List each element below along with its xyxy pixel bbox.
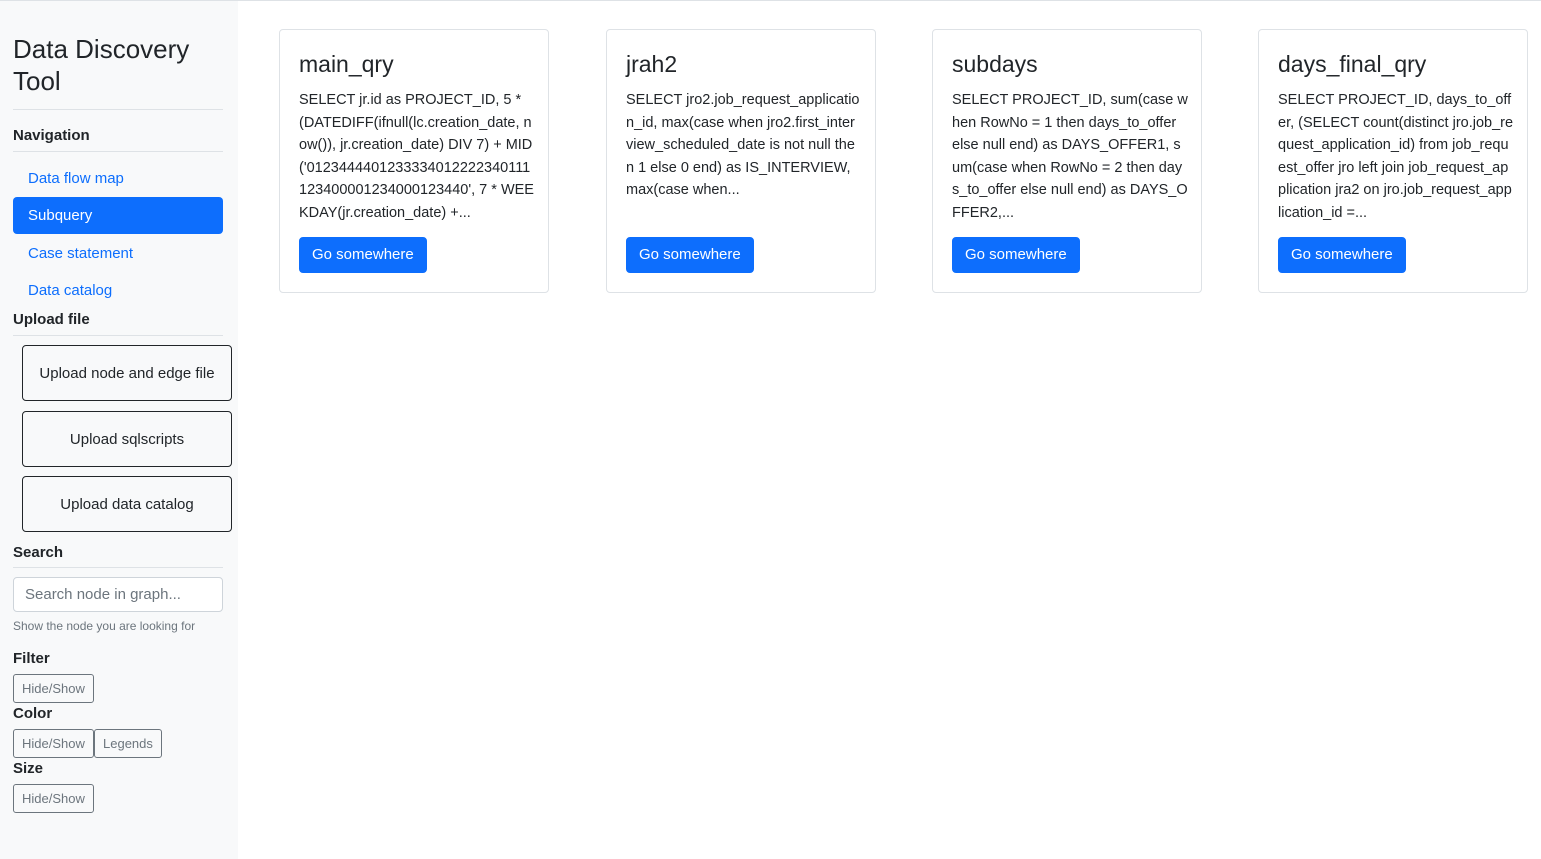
navigation-heading: Navigation (13, 127, 90, 144)
nav-data-flow-map[interactable]: Data flow map (13, 160, 223, 197)
divider (13, 109, 223, 110)
card-sql-text: SELECT jr.id as PROJECT_ID, 5 * (DATEDIF… (299, 92, 534, 221)
upload-data-catalog-button[interactable]: Upload data catalog (22, 476, 232, 532)
filter-toggle-button[interactable]: Hide/Show (13, 674, 94, 703)
divider (13, 335, 223, 336)
nav-subquery[interactable]: Subquery (13, 197, 223, 234)
size-heading: Size (13, 760, 44, 777)
go-somewhere-button[interactable]: Go somewhere (626, 237, 754, 273)
upload-heading: Upload file (13, 311, 90, 328)
upload-node-edge-button[interactable]: Upload node and edge file (22, 345, 232, 401)
divider (13, 151, 223, 152)
nav-data-catalog[interactable]: Data catalog (13, 272, 223, 309)
app-title: Data Discovery Tool (13, 34, 190, 96)
card-title: jrah2 (626, 51, 678, 77)
sidebar: Data Discovery Tool Navigation Data flow… (0, 1, 238, 859)
search-heading: Search (13, 544, 64, 561)
filter-heading: Filter (13, 650, 50, 667)
query-card-jrah2: jrah2 SELECT jro2.job_request_applicatio… (606, 29, 876, 293)
go-somewhere-button[interactable]: Go somewhere (299, 237, 427, 273)
query-card-subdays: subdays SELECT PROJECT_ID, sum(case when… (932, 29, 1202, 293)
size-toggle-button[interactable]: Hide/Show (13, 784, 94, 813)
card-title: main_qry (299, 51, 394, 77)
color-heading: Color (13, 705, 53, 722)
go-somewhere-button[interactable]: Go somewhere (952, 237, 1080, 273)
card-title: subdays (952, 51, 1038, 77)
go-somewhere-button[interactable]: Go somewhere (1278, 237, 1406, 273)
search-help-text: Show the node you are looking for (13, 619, 196, 633)
query-card-main-qry: main_qry SELECT jr.id as PROJECT_ID, 5 *… (279, 29, 549, 293)
nav-case-statement[interactable]: Case statement (13, 235, 223, 272)
card-sql-text: SELECT PROJECT_ID, sum(case when RowNo =… (952, 92, 1188, 221)
card-title: days_final_qry (1278, 51, 1427, 77)
divider (13, 567, 223, 568)
legends-button[interactable]: Legends (94, 729, 162, 758)
card-sql-text: SELECT PROJECT_ID, days_to_offer, (SELEC… (1278, 92, 1514, 221)
color-toggle-button[interactable]: Hide/Show (13, 729, 94, 758)
search-input[interactable] (13, 577, 223, 612)
query-card-days-final-qry: days_final_qry SELECT PROJECT_ID, days_t… (1258, 29, 1528, 293)
card-sql-text: SELECT jro2.job_request_application_id, … (626, 92, 860, 199)
upload-sqlscripts-button[interactable]: Upload sqlscripts (22, 411, 232, 467)
